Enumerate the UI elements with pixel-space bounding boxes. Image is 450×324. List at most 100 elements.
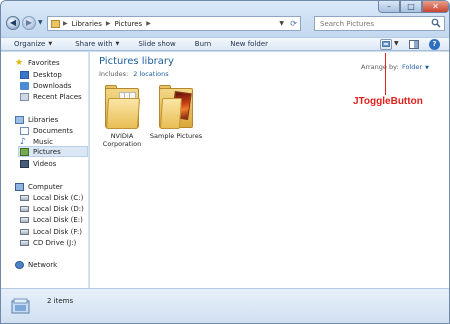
new-folder-button[interactable]: New folder <box>218 40 275 48</box>
recent-places-icon <box>20 92 29 101</box>
computer-icon <box>15 182 24 191</box>
nav-documents-label: Documents <box>33 126 73 135</box>
nav-disk-d-label: Local Disk (D:) <box>33 204 84 213</box>
nav-disk-e-label: Local Disk (E:) <box>33 215 83 224</box>
slide-show-button[interactable]: Slide show <box>126 40 182 48</box>
library-folder-icon <box>51 19 60 28</box>
nav-music-label: Music <box>33 137 53 146</box>
nav-downloads-label: Downloads <box>33 81 72 90</box>
nav-favorites[interactable]: ★ Favorites <box>15 57 60 68</box>
downloads-icon <box>20 81 29 90</box>
nav-videos[interactable]: Videos <box>20 158 56 169</box>
address-history-dropdown-icon[interactable]: ▼ <box>279 17 284 30</box>
command-bar: Organize ▼ Share with ▼ Slide show Burn … <box>1 37 449 51</box>
chevron-down-icon: ▼ <box>425 65 429 71</box>
nav-videos-label: Videos <box>33 159 57 168</box>
nav-libraries[interactable]: Libraries <box>15 114 58 125</box>
breadcrumb-separator-icon[interactable]: ▶ <box>106 20 111 27</box>
nav-recent-places-label: Recent Places <box>33 92 82 101</box>
folder-icon <box>103 84 141 130</box>
chevron-down-icon: ▼ <box>48 41 53 47</box>
nav-disk-d[interactable]: Local Disk (D:) <box>20 203 84 214</box>
nav-computer[interactable]: Computer <box>15 181 63 192</box>
close-icon: ✕ <box>432 2 439 11</box>
burn-label: Burn <box>194 40 212 48</box>
arrange-by-label: Arrange by: <box>361 63 399 71</box>
recent-pages-dropdown-icon[interactable]: ▼ <box>38 19 43 26</box>
videos-icon <box>20 159 29 168</box>
nav-disk-f-label: Local Disk (F:) <box>33 227 82 236</box>
chevron-down-icon: ▼ <box>115 41 120 47</box>
forward-arrow-icon: ▶ <box>25 18 33 27</box>
title-bar: ◀ ▶ ▼ ▶ Libraries ▶ Pictures ▶ ▼ ⟳ – □ ✕ <box>1 1 449 37</box>
breadcrumb-separator-icon[interactable]: ▶ <box>63 20 68 27</box>
address-bar[interactable]: ▶ Libraries ▶ Pictures ▶ ▼ ⟳ <box>47 16 301 31</box>
view-toggle-button[interactable] <box>380 39 392 50</box>
minimize-button[interactable]: – <box>378 1 400 13</box>
view-options-dropdown-icon[interactable]: ▼ <box>394 40 399 47</box>
breadcrumb-pictures[interactable]: Pictures <box>114 20 142 28</box>
search-icon[interactable] <box>431 18 441 28</box>
nav-documents[interactable]: Documents <box>20 125 73 136</box>
arrange-by-value: Folder <box>402 63 423 71</box>
forward-button[interactable]: ▶ <box>22 16 36 30</box>
nav-libraries-label: Libraries <box>28 115 59 124</box>
hard-disk-icon <box>20 194 29 201</box>
navigation-pane: ★ Favorites Desktop Downloads Recent Pla… <box>1 52 89 288</box>
preview-pane-button[interactable] <box>409 40 419 49</box>
folder-name-line1: Sample Pictures <box>149 132 203 140</box>
nav-pictures-label: Pictures <box>33 147 61 156</box>
library-title: Pictures library <box>99 56 174 67</box>
cd-drive-icon <box>20 239 29 246</box>
star-icon: ★ <box>15 57 24 68</box>
close-button[interactable]: ✕ <box>422 1 449 13</box>
folder-item[interactable]: Sample Pictures <box>145 84 207 140</box>
nav-disk-c[interactable]: Local Disk (C:) <box>20 192 83 203</box>
maximize-icon: □ <box>407 2 415 11</box>
refresh-icon[interactable]: ⟳ <box>290 17 297 30</box>
minimize-icon: – <box>387 2 391 11</box>
nav-cd-drive[interactable]: CD Drive (J:) <box>20 237 76 248</box>
view-thumbnails-icon <box>382 41 390 47</box>
hard-disk-icon <box>20 228 29 235</box>
folder-name-line2: Corporation <box>102 140 142 148</box>
help-button[interactable]: ? <box>429 39 440 50</box>
item-count: 2 items <box>47 297 74 305</box>
libraries-icon <box>15 115 24 124</box>
folder-item[interactable]: NVIDIA Corporation <box>91 84 153 148</box>
back-arrow-icon: ◀ <box>9 18 17 27</box>
annotation-pointer-line <box>385 53 386 95</box>
hard-disk-icon <box>20 216 29 223</box>
organize-button[interactable]: Organize ▼ <box>1 40 59 48</box>
organize-label: Organize <box>14 40 46 48</box>
search-box[interactable] <box>314 16 445 31</box>
search-input[interactable] <box>320 17 430 30</box>
help-icon: ? <box>432 40 437 48</box>
breadcrumb-libraries[interactable]: Libraries <box>72 20 102 28</box>
nav-network-label: Network <box>28 260 58 269</box>
breadcrumb-separator-icon[interactable]: ▶ <box>146 20 151 27</box>
network-icon <box>15 260 24 269</box>
arrange-by-dropdown[interactable]: Folder ▼ <box>402 63 429 71</box>
nav-network[interactable]: Network <box>15 259 57 270</box>
pictures-icon <box>20 147 29 156</box>
includes-locations-link[interactable]: 2 locations <box>133 70 168 78</box>
maximize-button[interactable]: □ <box>400 1 422 13</box>
share-with-button[interactable]: Share with ▼ <box>59 40 126 48</box>
nav-disk-e[interactable]: Local Disk (E:) <box>20 214 83 225</box>
nav-pictures[interactable]: Pictures <box>18 146 88 157</box>
nav-desktop-label: Desktop <box>33 70 62 79</box>
nav-favorites-label: Favorites <box>28 58 60 67</box>
hard-disk-icon <box>20 205 29 212</box>
nav-disk-f[interactable]: Local Disk (F:) <box>20 226 82 237</box>
folder-icon <box>157 84 195 130</box>
folder-name-line1: NVIDIA <box>110 132 134 140</box>
back-button[interactable]: ◀ <box>6 16 20 30</box>
burn-button[interactable]: Burn <box>183 40 218 48</box>
library-icon <box>11 298 30 314</box>
nav-recent-places[interactable]: Recent Places <box>20 91 82 102</box>
content-pane: Pictures library Includes: 2 locations Ar… <box>90 52 449 288</box>
nav-downloads[interactable]: Downloads <box>20 80 71 91</box>
includes-label: Includes: <box>99 70 129 78</box>
nav-desktop[interactable]: Desktop <box>20 69 62 80</box>
